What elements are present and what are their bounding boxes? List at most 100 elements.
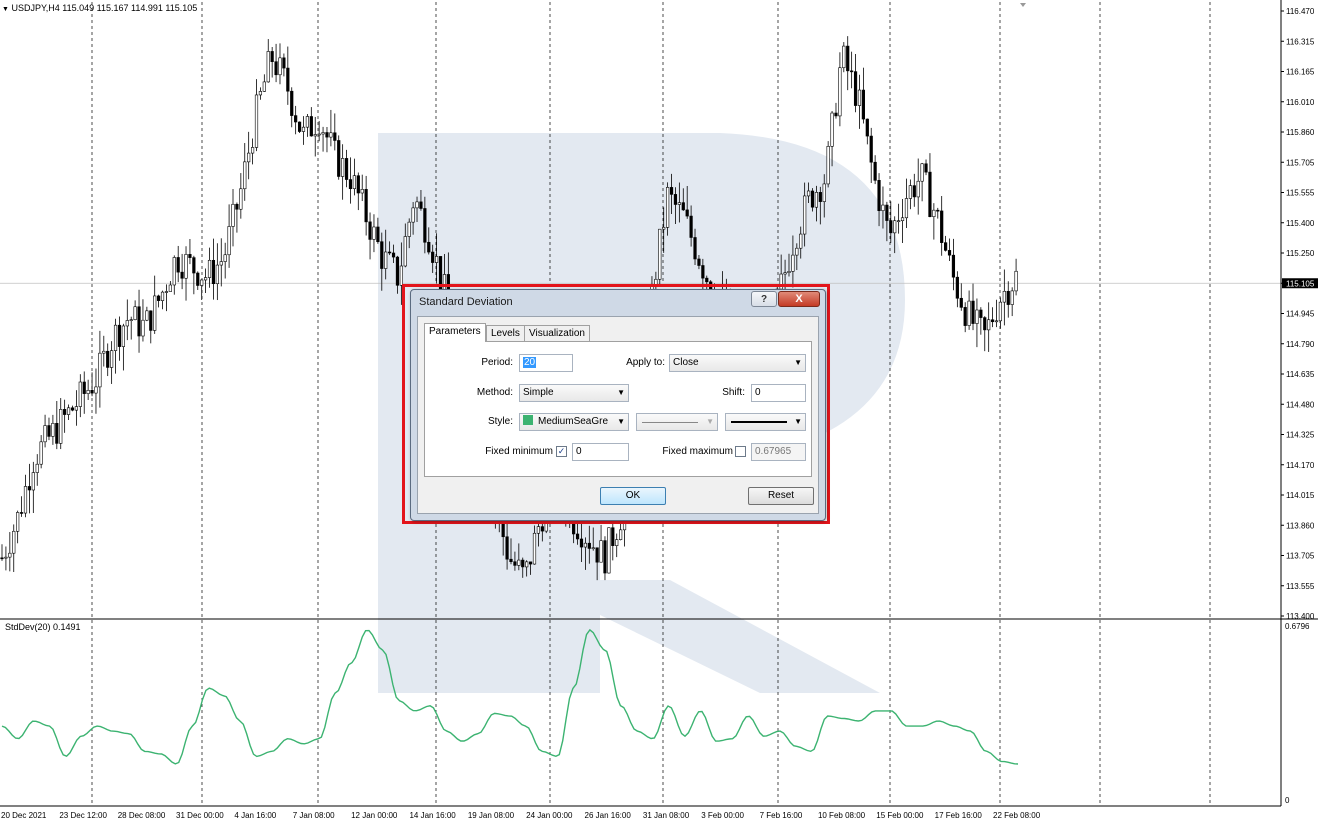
line-width-select[interactable]: ▼ bbox=[725, 413, 806, 431]
candle-body bbox=[309, 116, 313, 137]
price-tick-label: 115.105 bbox=[1286, 279, 1315, 288]
candle-body bbox=[102, 350, 106, 354]
tab-levels[interactable]: Levels bbox=[486, 325, 525, 341]
time-tick-label: 28 Dec 08:00 bbox=[118, 811, 166, 820]
candle-body bbox=[591, 547, 595, 550]
candle-body bbox=[431, 251, 435, 263]
apply-to-label: Apply to: bbox=[626, 357, 665, 368]
period-label: Period: bbox=[481, 357, 513, 368]
candle-body bbox=[258, 91, 263, 96]
candle-body bbox=[877, 180, 881, 212]
candle-body bbox=[658, 228, 662, 280]
candle-body bbox=[701, 265, 705, 279]
fixed-maximum-checkbox[interactable] bbox=[735, 446, 746, 457]
fixed-minimum-checkbox[interactable]: ✓ bbox=[556, 446, 567, 457]
candle-body bbox=[806, 190, 811, 197]
candle-body bbox=[900, 217, 905, 222]
candle-body bbox=[677, 202, 681, 205]
candle-body bbox=[818, 192, 822, 202]
apply-to-select[interactable]: Close ▼ bbox=[669, 354, 806, 372]
price-tick-label: 115.250 bbox=[1286, 249, 1315, 258]
candle-body bbox=[157, 295, 161, 301]
candle-body bbox=[129, 319, 133, 321]
time-tick-label: 19 Jan 08:00 bbox=[468, 811, 515, 820]
fixed-maximum-input[interactable]: 0.67965 bbox=[751, 443, 806, 461]
symbol-info: ▼ USDJPY,H4 115.049 115.167 114.991 115.… bbox=[2, 3, 198, 13]
price-tick-label: 114.170 bbox=[1286, 461, 1315, 470]
line-style-select[interactable]: ▼ bbox=[636, 413, 718, 431]
candle-body bbox=[180, 271, 184, 279]
candle-body bbox=[705, 277, 709, 283]
time-tick-label: 17 Feb 16:00 bbox=[935, 811, 983, 820]
candle-body bbox=[666, 187, 670, 228]
fixed-minimum-input[interactable]: 0 bbox=[572, 443, 629, 461]
candle-body bbox=[681, 202, 685, 211]
candle-body bbox=[583, 542, 587, 548]
candle-body bbox=[376, 226, 380, 242]
candle-body bbox=[834, 112, 838, 117]
candle-body bbox=[63, 409, 67, 415]
candle-body bbox=[595, 547, 599, 563]
price-tick-label: 113.860 bbox=[1286, 521, 1315, 530]
candle-body bbox=[223, 254, 227, 262]
candle-body bbox=[889, 220, 893, 234]
help-button[interactable]: ? bbox=[751, 291, 777, 307]
candle-body bbox=[897, 220, 901, 223]
candle-body bbox=[857, 89, 862, 106]
candle-body bbox=[348, 179, 353, 190]
candle-body bbox=[384, 251, 388, 269]
chevron-down-icon: ▼ bbox=[706, 417, 714, 426]
price-tick-label: 115.400 bbox=[1286, 219, 1315, 228]
candle-body bbox=[869, 135, 873, 163]
price-tick-label: 116.315 bbox=[1286, 37, 1315, 46]
candle-body bbox=[215, 264, 219, 285]
candle-body bbox=[227, 226, 231, 256]
color-select[interactable]: MediumSeaGre ▼ bbox=[519, 413, 629, 431]
candle-body bbox=[12, 530, 16, 554]
close-button[interactable]: X bbox=[778, 291, 820, 307]
candle-body bbox=[1010, 290, 1014, 305]
candle-body bbox=[235, 203, 239, 210]
candle-body bbox=[513, 561, 517, 566]
tab-parameters[interactable]: Parameters bbox=[424, 323, 486, 342]
parameters-panel: Period: 20 Apply to: Close ▼ Method: Simp… bbox=[424, 341, 812, 477]
line-width-thick-icon bbox=[731, 421, 787, 423]
candle-body bbox=[944, 242, 948, 251]
candle-body bbox=[525, 561, 529, 568]
candle-body bbox=[55, 422, 59, 444]
ok-button[interactable]: OK bbox=[600, 487, 666, 505]
candle-body bbox=[693, 237, 697, 260]
candle-body bbox=[983, 317, 987, 331]
shift-input[interactable]: 0 bbox=[751, 384, 806, 402]
candle-body bbox=[842, 45, 846, 69]
candle-body bbox=[662, 227, 666, 230]
time-tick-label: 31 Jan 08:00 bbox=[643, 811, 690, 820]
period-input[interactable]: 20 bbox=[519, 354, 573, 372]
time-tick-label: 7 Jan 08:00 bbox=[293, 811, 335, 820]
price-tick-label: 113.400 bbox=[1286, 612, 1315, 621]
fixed-minimum-label: Fixed minimum bbox=[485, 446, 553, 457]
candle-body bbox=[313, 134, 317, 137]
candle-body bbox=[528, 561, 533, 565]
reset-button[interactable]: Reset bbox=[748, 487, 814, 505]
chevron-down-icon: ▼ bbox=[617, 417, 625, 426]
method-select[interactable]: Simple ▼ bbox=[519, 384, 629, 402]
method-label: Method: bbox=[476, 387, 513, 398]
candle-body bbox=[66, 407, 71, 415]
candle-body bbox=[517, 559, 521, 566]
candle-body bbox=[536, 526, 541, 534]
candle-body bbox=[1014, 270, 1018, 292]
candle-body bbox=[928, 171, 932, 217]
candle-body bbox=[619, 529, 623, 540]
time-tick-label: 3 Feb 00:00 bbox=[701, 811, 744, 820]
candle-body bbox=[254, 94, 259, 148]
candle-body bbox=[509, 558, 513, 563]
candle-body bbox=[317, 133, 321, 136]
candle-body bbox=[861, 89, 865, 120]
candle-body bbox=[575, 533, 580, 540]
dialog-body: Parameters Levels Visualization Period: … bbox=[417, 316, 819, 514]
standard-deviation-dialog: Standard Deviation ? X Parameters Levels… bbox=[410, 289, 826, 521]
tab-visualization[interactable]: Visualization bbox=[524, 325, 590, 341]
candle-body bbox=[110, 350, 114, 368]
candle-body bbox=[270, 51, 274, 62]
